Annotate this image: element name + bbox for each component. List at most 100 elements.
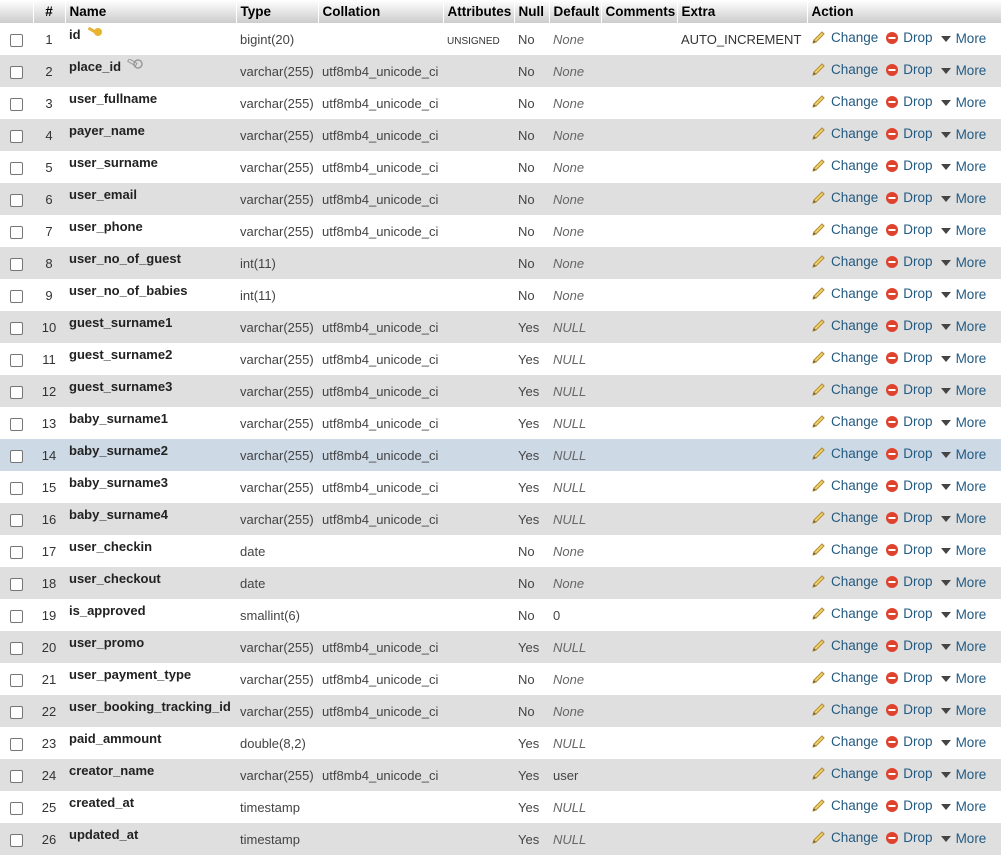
drop-link[interactable]: Drop: [885, 606, 933, 621]
row-checkbox[interactable]: [0, 119, 33, 151]
change-link[interactable]: Change: [811, 638, 878, 653]
more-dropdown[interactable]: More: [940, 223, 986, 238]
more-dropdown[interactable]: More: [940, 63, 986, 78]
table-row[interactable]: 4 payer_name varchar(255) utf8mb4_unicode_c…: [0, 119, 1001, 151]
row-checkbox[interactable]: [0, 407, 33, 439]
row-checkbox[interactable]: [0, 471, 33, 503]
table-row[interactable]: 3 user_fullname varchar(255) utf8mb4_unicod…: [0, 87, 1001, 119]
table-row[interactable]: 5 user_surname varchar(255) utf8mb4_unicode…: [0, 151, 1001, 183]
row-checkbox[interactable]: [0, 631, 33, 663]
more-dropdown[interactable]: More: [940, 575, 986, 590]
more-dropdown[interactable]: More: [940, 447, 986, 462]
more-dropdown[interactable]: More: [940, 383, 986, 398]
more-dropdown[interactable]: More: [940, 607, 986, 622]
change-link[interactable]: Change: [811, 606, 878, 621]
change-link[interactable]: Change: [811, 382, 878, 397]
drop-link[interactable]: Drop: [885, 190, 933, 205]
table-row[interactable]: 7 user_phone varchar(255) utf8mb4_unicode_c…: [0, 215, 1001, 247]
row-checkbox[interactable]: [0, 823, 33, 855]
change-link[interactable]: Change: [811, 190, 878, 205]
table-row[interactable]: 20 user_promo varchar(255) utf8mb4_unicode_…: [0, 631, 1001, 663]
change-link[interactable]: Change: [811, 734, 878, 749]
drop-link[interactable]: Drop: [885, 94, 933, 109]
drop-link[interactable]: Drop: [885, 766, 933, 781]
change-link[interactable]: Change: [811, 126, 878, 141]
table-row[interactable]: 23 paid_ammount double(8,2) Yes NULL Change Dr…: [0, 727, 1001, 759]
more-dropdown[interactable]: More: [940, 511, 986, 526]
change-link[interactable]: Change: [811, 350, 878, 365]
more-dropdown[interactable]: More: [940, 95, 986, 110]
row-checkbox[interactable]: [0, 791, 33, 823]
header-collation[interactable]: Collation: [318, 0, 444, 23]
table-row[interactable]: 17 user_checkin date No None Change Drop More: [0, 535, 1001, 567]
more-dropdown[interactable]: More: [940, 831, 986, 846]
more-dropdown[interactable]: More: [940, 255, 986, 270]
row-checkbox[interactable]: [0, 311, 33, 343]
drop-link[interactable]: Drop: [885, 510, 933, 525]
row-checkbox[interactable]: [0, 279, 33, 311]
header-null[interactable]: Null: [514, 0, 550, 23]
more-dropdown[interactable]: More: [940, 639, 986, 654]
change-link[interactable]: Change: [811, 158, 878, 173]
row-checkbox[interactable]: [0, 759, 33, 791]
change-link[interactable]: Change: [811, 286, 878, 301]
table-row[interactable]: 22 user_booking_tracking_id varchar(255) ut…: [0, 695, 1001, 727]
drop-link[interactable]: Drop: [885, 30, 933, 45]
change-link[interactable]: Change: [811, 222, 878, 237]
change-link[interactable]: Change: [811, 830, 878, 845]
drop-link[interactable]: Drop: [885, 478, 933, 493]
more-dropdown[interactable]: More: [940, 735, 986, 750]
table-row[interactable]: 16 baby_surname4 varchar(255) utf8mb4_unico…: [0, 503, 1001, 535]
header-num[interactable]: #: [33, 0, 66, 23]
table-row[interactable]: 1 id bigint(20) UNSIGNED No None AUTO_INCREMEN…: [0, 23, 1001, 55]
table-row[interactable]: 8 user_no_of_guest int(11) No None Change Drop…: [0, 247, 1001, 279]
more-dropdown[interactable]: More: [940, 191, 986, 206]
table-row[interactable]: 13 baby_surname1 varchar(255) utf8mb4_unico…: [0, 407, 1001, 439]
change-link[interactable]: Change: [811, 766, 878, 781]
drop-link[interactable]: Drop: [885, 350, 933, 365]
table-row[interactable]: 9 user_no_of_babies int(11) No None Change Dro…: [0, 279, 1001, 311]
change-link[interactable]: Change: [811, 798, 878, 813]
drop-link[interactable]: Drop: [885, 574, 933, 589]
row-checkbox[interactable]: [0, 151, 33, 183]
drop-link[interactable]: Drop: [885, 414, 933, 429]
drop-link[interactable]: Drop: [885, 158, 933, 173]
row-checkbox[interactable]: [0, 23, 33, 55]
change-link[interactable]: Change: [811, 62, 878, 77]
drop-link[interactable]: Drop: [885, 798, 933, 813]
drop-link[interactable]: Drop: [885, 670, 933, 685]
row-checkbox[interactable]: [0, 183, 33, 215]
header-type[interactable]: Type: [236, 0, 319, 23]
more-dropdown[interactable]: More: [940, 767, 986, 782]
drop-link[interactable]: Drop: [885, 222, 933, 237]
change-link[interactable]: Change: [811, 702, 878, 717]
table-row[interactable]: 24 creator_name varchar(255) utf8mb4_unicod…: [0, 759, 1001, 791]
row-checkbox[interactable]: [0, 343, 33, 375]
more-dropdown[interactable]: More: [940, 415, 986, 430]
table-row[interactable]: 18 user_checkout date No None Change Drop More: [0, 567, 1001, 599]
table-row[interactable]: 26 updated_at timestamp Yes NULL Change Drop Mo…: [0, 823, 1001, 855]
drop-link[interactable]: Drop: [885, 318, 933, 333]
header-comments[interactable]: Comments: [601, 0, 678, 23]
drop-link[interactable]: Drop: [885, 734, 933, 749]
change-link[interactable]: Change: [811, 510, 878, 525]
change-link[interactable]: Change: [811, 542, 878, 557]
change-link[interactable]: Change: [811, 670, 878, 685]
header-extra[interactable]: Extra: [677, 0, 808, 23]
drop-link[interactable]: Drop: [885, 382, 933, 397]
row-checkbox[interactable]: [0, 439, 33, 471]
row-checkbox[interactable]: [0, 503, 33, 535]
more-dropdown[interactable]: More: [940, 287, 986, 302]
drop-link[interactable]: Drop: [885, 126, 933, 141]
more-dropdown[interactable]: More: [940, 31, 986, 46]
drop-link[interactable]: Drop: [885, 542, 933, 557]
drop-link[interactable]: Drop: [885, 286, 933, 301]
table-row[interactable]: 25 created_at timestamp Yes NULL Change Drop Mo…: [0, 791, 1001, 823]
drop-link[interactable]: Drop: [885, 446, 933, 461]
header-default[interactable]: Default: [549, 0, 602, 23]
row-checkbox[interactable]: [0, 663, 33, 695]
change-link[interactable]: Change: [811, 318, 878, 333]
more-dropdown[interactable]: More: [940, 351, 986, 366]
header-attributes[interactable]: Attributes: [443, 0, 515, 23]
change-link[interactable]: Change: [811, 478, 878, 493]
